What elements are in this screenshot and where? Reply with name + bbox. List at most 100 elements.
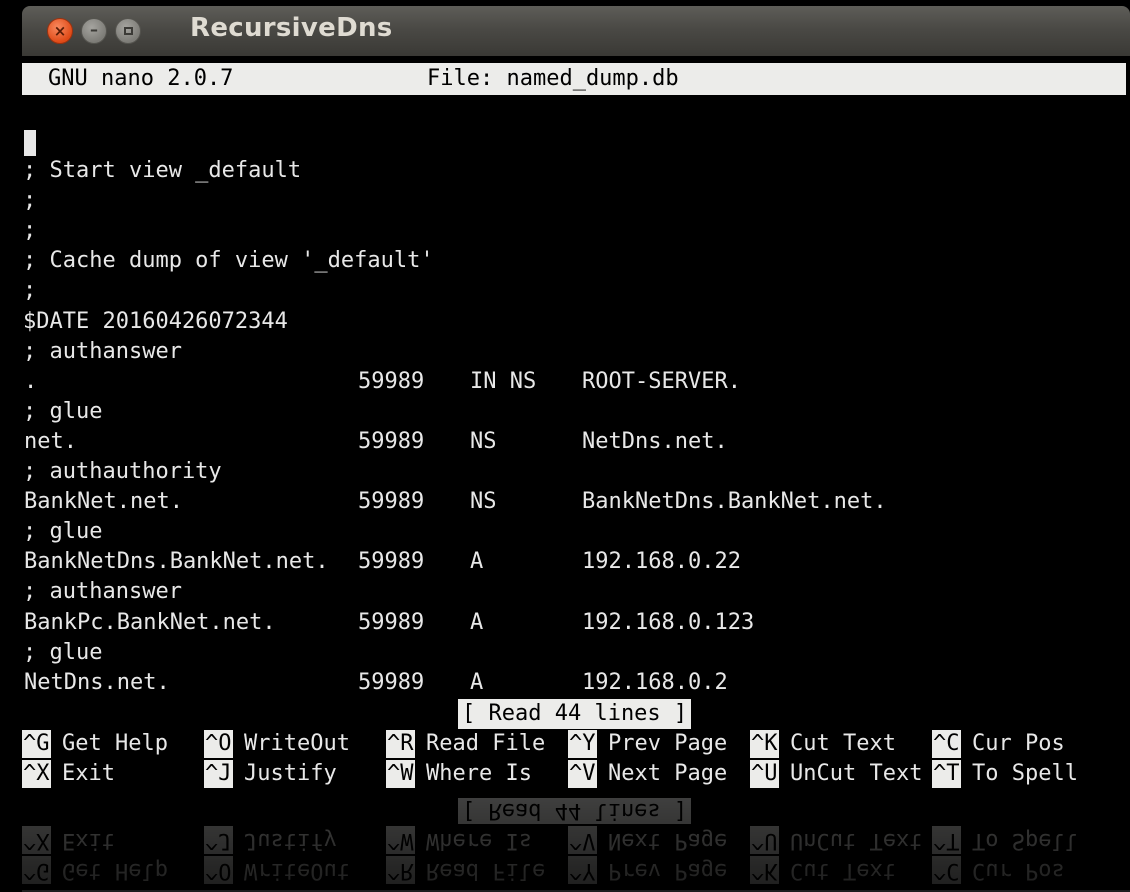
shortcut-key: ^R <box>386 856 415 884</box>
nano-header-bar: GNU nano 2.0.7 File: named_dump.db <box>22 63 1126 95</box>
record-data: 192.168.0.123 <box>582 609 755 635</box>
comment-line: ; Start view _default <box>23 158 302 183</box>
comment-line: ; Cache dump of view '_default' <box>23 248 434 274</box>
comment-line: ; <box>23 188 37 214</box>
shortcut-key: ^T <box>932 760 961 788</box>
shortcut-uncut-text: UnCut Text <box>790 828 923 853</box>
shortcut-cur-pos: Cur Pos <box>972 858 1065 883</box>
comment-line: ; authanswer <box>23 579 182 605</box>
shortcut-key: ^O <box>204 730 233 758</box>
shortcut-key: ^W <box>386 760 415 788</box>
shortcut-key: ^T <box>932 826 961 854</box>
record-name: BankNet.net. <box>24 489 183 515</box>
shortcut-key: ^G <box>22 730 51 758</box>
record-data: ROOT-SERVER. <box>582 368 741 394</box>
record-data: 192.168.0.2 <box>582 669 728 695</box>
shortcut-key: ^U <box>750 826 779 854</box>
comment-line: ; authanswer <box>23 338 182 364</box>
shortcut-prev-page: Prev Page <box>608 858 728 883</box>
shortcut-key: ^Y <box>568 856 597 884</box>
comment-line: ; glue <box>23 398 103 424</box>
shortcut-key: ^J <box>204 760 233 788</box>
shortcut-key: ^K <box>750 730 779 758</box>
record-data: BankNetDns.BankNet.net. <box>582 489 887 515</box>
maximize-icon <box>123 27 133 35</box>
status-message: [ Read 44 lines ] <box>458 699 692 729</box>
comment-line: ; authauthority <box>23 459 222 484</box>
shortcut-key: ^W <box>386 826 415 854</box>
window-title: RecursiveDns <box>190 13 393 43</box>
text-cursor <box>24 130 36 156</box>
window-title-bar[interactable]: × – RecursiveDns <box>22 6 1130 56</box>
record-type: NS <box>470 489 497 515</box>
close-icon: × <box>53 22 67 40</box>
window-reflection: ^G Get Help ^O WriteOut ^R Read File ^Y Prev Pa… <box>22 798 1130 892</box>
shortcut-get-help: Get Help <box>62 858 168 883</box>
shortcut-key: ^C <box>932 856 961 884</box>
record-name: BankPc.BankNet.net. <box>24 609 276 635</box>
shortcut-cut-text: Cut Text <box>790 858 896 883</box>
shortcut-writeout: WriteOut <box>244 858 350 883</box>
shortcut-where-is[interactable]: Where Is <box>426 760 532 788</box>
shortcut-key: ^G <box>22 856 51 884</box>
shortcut-where-is: Where Is <box>426 828 532 853</box>
record-type: A <box>470 669 484 695</box>
minimize-window-button[interactable]: – <box>81 18 107 44</box>
shortcut-read-file: Read File <box>426 858 546 883</box>
record-type: IN NS <box>470 368 537 394</box>
shortcut-read-file[interactable]: Read File <box>426 730 545 758</box>
close-window-button[interactable]: × <box>47 18 73 44</box>
record-name: BankNetDns.BankNet.net. <box>24 549 329 575</box>
shortcut-key: ^C <box>932 730 961 758</box>
shortcut-key: ^V <box>568 826 597 854</box>
minimize-icon: – <box>90 20 98 39</box>
shortcut-key: ^J <box>204 826 233 854</box>
shortcut-get-help[interactable]: Get Help <box>62 730 168 758</box>
shortcut-exit: Exit <box>62 828 115 853</box>
shortcut-key: ^X <box>22 826 51 854</box>
shortcut-uncut-text[interactable]: UnCut Text <box>790 760 922 788</box>
shortcut-key: ^Y <box>568 730 597 758</box>
record-ttl: 59989 <box>358 549 425 575</box>
record-type: NS <box>470 428 497 454</box>
shortcut-exit[interactable]: Exit <box>62 760 115 788</box>
shortcut-next-page: Next Page <box>608 828 728 853</box>
shortcut-to-spell: To Spell <box>972 828 1078 853</box>
shortcut-key: ^K <box>750 856 779 884</box>
record-data: NetDns.net. <box>582 428 728 454</box>
record-type: A <box>470 549 484 575</box>
record-type: A <box>470 609 484 635</box>
shortcut-cur-pos[interactable]: Cur Pos <box>972 730 1065 758</box>
reflected-status-message: [ Read 44 lines ] <box>458 798 692 824</box>
comment-line: $DATE 20160426072344 <box>23 308 288 334</box>
record-ttl: 59989 <box>358 489 425 515</box>
maximize-window-button[interactable] <box>115 18 141 44</box>
shortcut-cut-text[interactable]: Cut Text <box>790 730 896 758</box>
record-data: 192.168.0.22 <box>582 549 741 575</box>
record-name: net. <box>24 428 77 454</box>
shortcut-key: ^R <box>386 730 415 758</box>
shortcut-to-spell[interactable]: To Spell <box>972 760 1078 788</box>
record-name: . <box>24 368 38 394</box>
comment-line: ; glue <box>23 639 103 665</box>
comment-line: ; <box>23 278 37 304</box>
shortcut-key: ^V <box>568 760 597 788</box>
shortcut-writeout[interactable]: WriteOut <box>244 730 350 758</box>
shortcut-prev-page[interactable]: Prev Page <box>608 730 727 758</box>
record-name: NetDns.net. <box>24 669 170 695</box>
nano-version: GNU nano 2.0.7 <box>48 66 234 91</box>
shortcut-key: ^X <box>22 760 51 788</box>
terminal-area[interactable]: GNU nano 2.0.7 File: named_dump.db ; Sta… <box>22 56 1130 798</box>
shortcut-key: ^U <box>750 760 779 788</box>
record-ttl: 59989 <box>358 669 425 695</box>
record-ttl: 59989 <box>358 428 425 454</box>
record-ttl: 59989 <box>358 368 425 394</box>
shortcut-justify: Justify <box>244 828 337 853</box>
shortcut-next-page[interactable]: Next Page <box>608 760 727 788</box>
shortcut-key: ^O <box>204 856 233 884</box>
comment-line: ; <box>23 218 37 244</box>
shortcut-justify[interactable]: Justify <box>244 760 337 788</box>
record-ttl: 59989 <box>358 609 425 635</box>
nano-file-name: File: named_dump.db <box>427 66 679 91</box>
comment-line: ; glue <box>23 519 103 545</box>
